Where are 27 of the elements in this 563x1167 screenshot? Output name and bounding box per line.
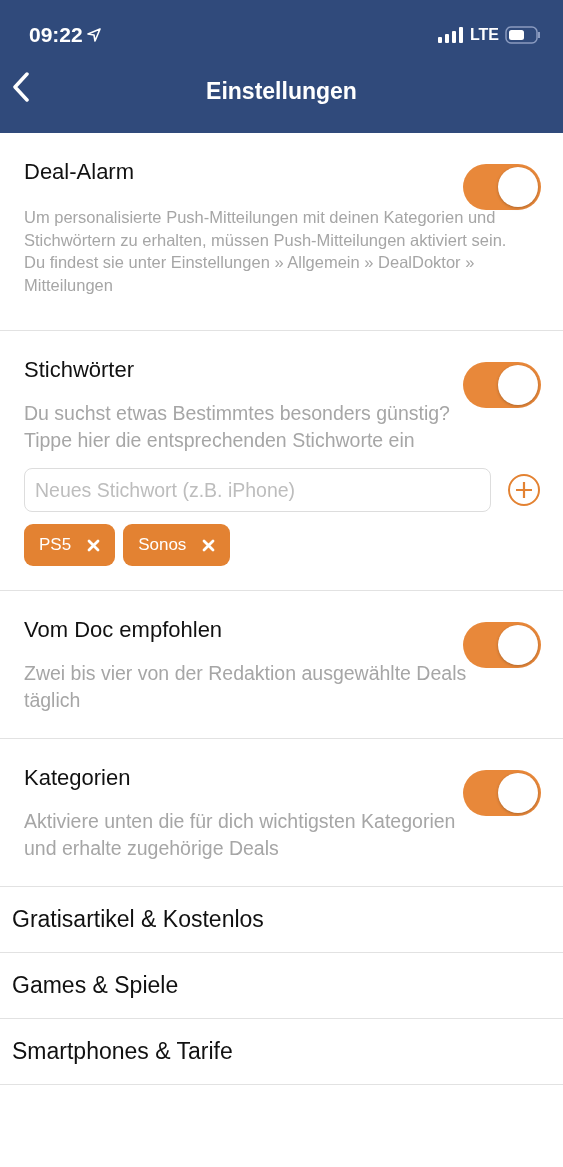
category-row[interactable]: Games & Spiele bbox=[0, 953, 563, 1019]
category-row[interactable]: Gratisartikel & Kostenlos bbox=[0, 887, 563, 953]
setting-title: Kategorien bbox=[24, 765, 131, 791]
signal-icon bbox=[437, 27, 464, 43]
location-arrow-icon bbox=[86, 28, 101, 42]
remove-icon[interactable] bbox=[202, 538, 216, 552]
setting-description: Zwei bis vier von der Redaktion ausgewählte Deals täglich bbox=[24, 661, 468, 713]
tag-label: PS5 bbox=[39, 535, 72, 555]
setting-description: Du suchst etwas Bestimmtes besonders günstig? Tippe hier die entsprechenden Stichworte ein bbox=[24, 401, 451, 453]
battery-icon bbox=[505, 26, 541, 44]
toggle-switch[interactable] bbox=[463, 362, 541, 408]
back-icon[interactable] bbox=[12, 72, 30, 102]
add-icon[interactable] bbox=[507, 473, 541, 507]
keyword-input-field[interactable]: Neues Stichwort (z.B. iPhone) bbox=[24, 468, 491, 512]
setting-title: Deal-Alarm bbox=[24, 159, 135, 185]
toggle-switch[interactable] bbox=[463, 164, 541, 210]
setting-title: Stichwörter bbox=[24, 357, 135, 383]
toggle-switch[interactable] bbox=[463, 770, 541, 816]
setting-description: Um personalisierte Push-Mitteilungen mit deinen Kategorien und Stichwörtern zu erhalten, müssen Push-Mitteilungen aktiviert sein. Du findest sie unter Einstellungen » Allgemein » DealDoktor » Mitteilungen bbox=[24, 207, 508, 296]
network-label: LTE bbox=[469, 26, 499, 44]
remove-icon[interactable] bbox=[87, 538, 101, 552]
status-time: 09:22 bbox=[29, 23, 83, 47]
setting-title: Vom Doc empfohlen bbox=[24, 617, 223, 643]
tag-label: Sonos bbox=[138, 535, 187, 555]
category-row[interactable]: Smartphones & Tarife bbox=[0, 1019, 563, 1085]
screen-title: Einstellungen bbox=[206, 78, 357, 105]
setting-description: Aktiviere unten die für dich wichtigsten Kategorien und erhalte zugehörige Deals bbox=[24, 809, 457, 861]
